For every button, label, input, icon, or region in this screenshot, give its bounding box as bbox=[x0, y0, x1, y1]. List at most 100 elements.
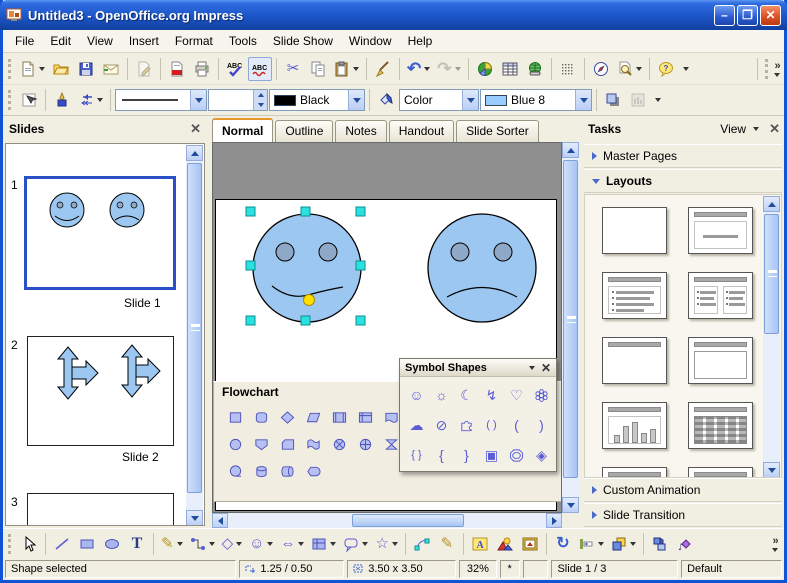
symbol-shapes-close-icon[interactable]: ✕ bbox=[541, 361, 551, 375]
text-button[interactable]: T bbox=[125, 532, 149, 556]
section-slide-transition[interactable]: Slide Transition bbox=[584, 503, 782, 527]
fill-color-dropdown-button[interactable] bbox=[575, 90, 591, 110]
basic-shapes-button[interactable]: ◇ bbox=[219, 532, 246, 556]
rectangle-button[interactable] bbox=[75, 532, 99, 556]
curve-button[interactable]: ✎ bbox=[158, 532, 186, 556]
close-button[interactable]: ✕ bbox=[760, 5, 781, 26]
new-document-button[interactable] bbox=[17, 57, 48, 81]
diamond-bevel-shape-icon[interactable]: ◈ bbox=[536, 448, 547, 462]
fontwork-button[interactable]: A bbox=[468, 532, 492, 556]
flowchart-document-icon[interactable] bbox=[384, 410, 399, 425]
alignment-dropdown-arrow[interactable] bbox=[598, 542, 604, 546]
display-grid-button[interactable] bbox=[556, 57, 580, 81]
canvas-horizontal-scrollbar[interactable] bbox=[212, 513, 562, 528]
toolbar-overflow-chevron[interactable]: » bbox=[774, 60, 779, 72]
glue-points-button[interactable]: ✎ bbox=[435, 532, 459, 556]
flowchart-or-icon[interactable] bbox=[358, 437, 373, 452]
spellcheck-button[interactable]: ABC bbox=[223, 57, 247, 81]
symbol-shapes-button[interactable]: ☺ bbox=[246, 532, 276, 556]
export-pdf-button[interactable] bbox=[165, 57, 189, 81]
auto-spellcheck-button[interactable]: ABC bbox=[248, 57, 272, 81]
layout-title-bullets[interactable] bbox=[602, 272, 667, 319]
menu-tools[interactable]: Tools bbox=[221, 31, 265, 51]
help-button[interactable]: ? bbox=[654, 57, 678, 81]
select-button[interactable] bbox=[17, 532, 41, 556]
scroll-down-arrow[interactable] bbox=[763, 462, 780, 478]
toolbar-grip[interactable] bbox=[8, 90, 13, 110]
double-bracket-shape-icon[interactable]: ( ) bbox=[486, 420, 496, 431]
print-button[interactable] bbox=[190, 57, 214, 81]
line-color-select[interactable]: Black bbox=[269, 89, 365, 111]
menu-window[interactable]: Window bbox=[341, 31, 400, 51]
edit-file-button[interactable] bbox=[132, 57, 156, 81]
layout-title-chart[interactable] bbox=[602, 402, 667, 449]
flowchart-summing-junction-icon[interactable] bbox=[332, 437, 347, 452]
alignment-button[interactable] bbox=[576, 532, 607, 556]
tab-outline[interactable]: Outline bbox=[275, 120, 333, 142]
arrow-style-dropdown-arrow[interactable] bbox=[97, 98, 103, 102]
flowchart-card-icon[interactable] bbox=[280, 437, 295, 452]
slides-scrollbar-thumb[interactable] bbox=[187, 163, 202, 493]
size-field[interactable]: 3.50 x 3.50 bbox=[347, 560, 456, 578]
arrange-button[interactable] bbox=[608, 532, 639, 556]
flowchart-off-page-connector-icon[interactable] bbox=[254, 437, 269, 452]
left-bracket-shape-icon[interactable]: ( bbox=[514, 418, 519, 432]
shadow-button[interactable] bbox=[601, 88, 625, 112]
flowchart-process-icon[interactable] bbox=[228, 410, 243, 425]
line-color-dropdown-button[interactable] bbox=[348, 90, 364, 110]
filter-button[interactable] bbox=[626, 88, 650, 112]
flowchart-predefined-process-icon[interactable] bbox=[332, 410, 347, 425]
right-brace-shape-icon[interactable]: } bbox=[464, 448, 469, 462]
left-brace-shape-icon[interactable]: { bbox=[439, 448, 444, 462]
line-dialog-button[interactable] bbox=[50, 88, 74, 112]
flowchart-sequential-access-icon[interactable] bbox=[228, 464, 243, 479]
menu-file[interactable]: File bbox=[7, 31, 42, 51]
callouts-dropdown-arrow[interactable] bbox=[362, 542, 368, 546]
email-button[interactable] bbox=[99, 57, 123, 81]
flowchart-punched-tape-icon[interactable] bbox=[306, 437, 321, 452]
edit-points-button[interactable] bbox=[17, 88, 41, 112]
flower-shape-icon[interactable] bbox=[534, 388, 549, 403]
area-dialog-button[interactable] bbox=[374, 88, 398, 112]
arrow-style-button[interactable] bbox=[75, 88, 106, 112]
toolbar-grip[interactable] bbox=[8, 59, 13, 79]
save-button[interactable] bbox=[74, 57, 98, 81]
tab-handout[interactable]: Handout bbox=[389, 120, 454, 142]
open-button[interactable] bbox=[49, 57, 73, 81]
scroll-up-arrow[interactable] bbox=[763, 196, 780, 212]
menu-format[interactable]: Format bbox=[167, 31, 221, 51]
area-style-dropdown-button[interactable] bbox=[462, 90, 478, 110]
layouts-scrollbar[interactable] bbox=[763, 196, 780, 478]
minimize-button[interactable]: – bbox=[714, 5, 735, 26]
connector-dropdown-arrow[interactable] bbox=[209, 542, 215, 546]
ellipse-button[interactable] bbox=[100, 532, 124, 556]
format-paintbrush-button[interactable] bbox=[371, 57, 395, 81]
slides-panel-close-icon[interactable]: ✕ bbox=[190, 121, 201, 137]
vscroll-thumb[interactable] bbox=[563, 160, 578, 478]
zoom-level-field[interactable]: 32% bbox=[459, 560, 497, 578]
title-bar[interactable]: Untitled3 - OpenOffice.org Impress – ❐ ✕ bbox=[0, 0, 787, 30]
toolbar-grip[interactable] bbox=[765, 59, 770, 79]
scroll-down-arrow[interactable] bbox=[562, 497, 579, 513]
insert-table-button[interactable] bbox=[498, 57, 522, 81]
layout-blank[interactable] bbox=[602, 207, 667, 254]
fill-color-select[interactable]: Blue 8 bbox=[480, 89, 592, 111]
undo-dropdown-arrow[interactable] bbox=[424, 67, 430, 71]
symbol-shapes-titlebar[interactable]: Symbol Shapes ✕ bbox=[400, 359, 556, 377]
position-field[interactable]: 1.25 / 0.50 bbox=[239, 560, 344, 578]
menu-view[interactable]: View bbox=[79, 31, 121, 51]
puzzle-shape-icon[interactable] bbox=[459, 418, 474, 433]
layout-title-two-content[interactable] bbox=[688, 272, 753, 319]
symbol-shapes-toolbar[interactable]: Symbol Shapes ✕ ☺ ☼ ☾ ↯ ♡ ☁ ⊘ ( bbox=[399, 358, 557, 472]
sun-shape-icon[interactable]: ☼ bbox=[435, 388, 448, 402]
flowchart-display-icon[interactable] bbox=[306, 464, 321, 479]
smiley-shape-icon[interactable]: ☺ bbox=[409, 388, 423, 402]
stars-button[interactable]: ☆ bbox=[372, 532, 400, 556]
flowchart-connector-icon[interactable] bbox=[228, 437, 243, 452]
arrange-dropdown-arrow[interactable] bbox=[630, 542, 636, 546]
scroll-up-arrow[interactable] bbox=[186, 145, 203, 161]
canvas-vertical-scrollbar[interactable] bbox=[562, 142, 579, 513]
tab-notes[interactable]: Notes bbox=[335, 120, 386, 142]
flowchart-magnetic-disc-icon[interactable] bbox=[254, 464, 269, 479]
hscroll-thumb[interactable] bbox=[352, 514, 464, 527]
